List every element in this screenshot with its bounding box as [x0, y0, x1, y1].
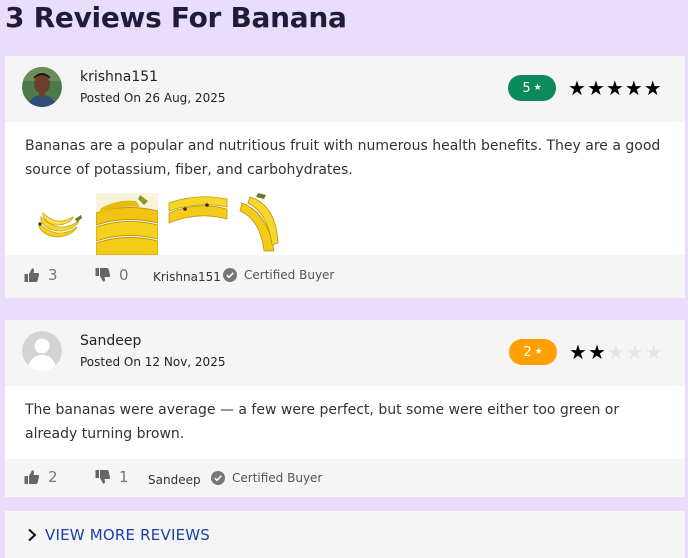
- certified-buyer: Certified Buyer: [223, 268, 334, 282]
- star-filled-icon: ★: [569, 340, 588, 364]
- check-circle-icon: [211, 471, 225, 485]
- certified-label: Certified Buyer: [244, 268, 335, 282]
- star-rating: ★★★★★: [569, 340, 664, 364]
- dislike-count: 0: [119, 266, 129, 284]
- like-count: 2: [48, 468, 58, 486]
- review-date: Posted On 26 Aug, 2025: [80, 91, 226, 105]
- review-card: krishna151 Posted On 26 Aug, 2025 5 ★ ★★…: [5, 56, 685, 298]
- footer-author: Sandeep: [148, 473, 201, 487]
- star-empty-icon: ★: [606, 340, 626, 364]
- avatar: [22, 67, 62, 107]
- star-filled-icon: ★: [624, 76, 644, 100]
- star-empty-icon: ★: [625, 340, 645, 364]
- chevron-right-icon: [28, 528, 37, 542]
- review-date: Posted On 12 Nov, 2025: [80, 355, 226, 369]
- review-header: Sandeep Posted On 12 Nov, 2025 2 ★ ★★★★★: [5, 320, 685, 386]
- star-filled-icon: ★: [587, 340, 607, 364]
- banana-photo-icon[interactable]: [167, 193, 229, 255]
- dislike-button[interactable]: 0: [95, 266, 129, 284]
- review-author: krishna151: [80, 69, 159, 85]
- footer-author: Krishna151: [153, 270, 221, 284]
- star-filled-icon: ★: [586, 76, 606, 100]
- thumbs-up-icon: [24, 470, 40, 484]
- check-circle-icon: [223, 268, 237, 282]
- certified-buyer: Certified Buyer: [211, 471, 322, 485]
- banana-photo-icon[interactable]: [27, 193, 89, 255]
- star-filled-icon: ★: [643, 76, 663, 100]
- rating-badge-value: 5: [522, 80, 531, 96]
- banana-photo-icon[interactable]: [238, 193, 280, 255]
- review-text: Bananas are a popular and nutritious fru…: [25, 138, 661, 178]
- review-card: Sandeep Posted On 12 Nov, 2025 2 ★ ★★★★★…: [5, 320, 685, 497]
- banana-photo-icon[interactable]: [96, 193, 158, 255]
- rating-badge-value: 2: [523, 344, 532, 360]
- thumbs-up-icon: [24, 268, 40, 282]
- star-icon: ★: [534, 347, 543, 357]
- star-empty-icon: ★: [644, 340, 664, 364]
- view-more-bar: VIEW MORE REVIEWS: [5, 511, 685, 558]
- star-icon: ★: [533, 83, 542, 93]
- like-button[interactable]: 2: [24, 468, 58, 486]
- thumbs-down-icon: [95, 268, 111, 282]
- avatar: [22, 331, 62, 371]
- view-more-label: VIEW MORE REVIEWS: [45, 526, 210, 544]
- dislike-count: 1: [119, 468, 129, 486]
- star-filled-icon: ★: [605, 76, 625, 100]
- certified-label: Certified Buyer: [232, 471, 323, 485]
- star-rating: ★★★★★: [568, 76, 663, 100]
- thumbs-down-icon: [95, 470, 111, 484]
- user-photo-icon: [22, 67, 62, 107]
- view-more-reviews-link[interactable]: VIEW MORE REVIEWS: [27, 526, 210, 544]
- like-button[interactable]: 3: [24, 266, 58, 284]
- star-filled-icon: ★: [568, 76, 587, 100]
- user-placeholder-icon: [22, 331, 62, 371]
- rating-badge: 5 ★: [508, 75, 556, 101]
- like-count: 3: [48, 266, 58, 284]
- rating-badge: 2 ★: [509, 339, 557, 365]
- review-text: The bananas were average — a few were pe…: [25, 402, 620, 442]
- dislike-button[interactable]: 1: [95, 468, 129, 486]
- page-title: 3 Reviews For Banana: [5, 1, 347, 34]
- review-footer: 2 1 Sandeep Certified Buyer: [5, 459, 685, 497]
- review-author: Sandeep: [80, 333, 142, 349]
- review-footer: 3 0 Krishna151 Certified Buyer: [5, 255, 685, 298]
- review-header: krishna151 Posted On 26 Aug, 2025 5 ★ ★★…: [5, 56, 685, 122]
